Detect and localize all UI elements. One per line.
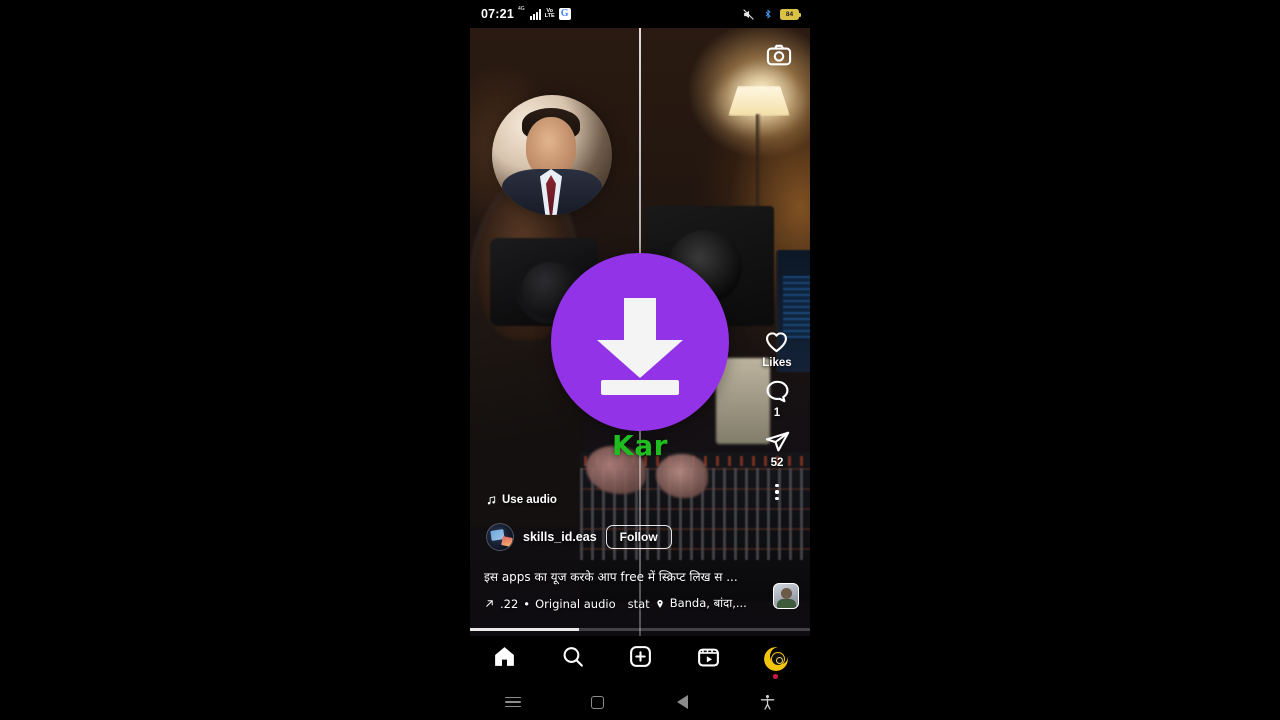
volte-line-2: LTE <box>544 13 555 19</box>
signal-bars-icon <box>529 8 541 20</box>
share-count-label: 52 <box>770 457 784 469</box>
instagram-bottom-nav <box>470 636 810 682</box>
avatar-circle <box>492 95 612 215</box>
video-avatar-overlay <box>492 95 612 215</box>
download-arrow-icon <box>597 294 683 395</box>
location-pin-icon <box>657 599 663 608</box>
android-system-nav <box>470 684 810 720</box>
download-circle[interactable] <box>551 253 729 431</box>
nav-create-button[interactable] <box>628 644 653 674</box>
audio-count: .22 <box>500 596 519 611</box>
audio-extra-text: stat <box>627 596 650 611</box>
heart-icon <box>766 332 788 353</box>
use-audio-button[interactable]: Use audio <box>486 494 557 506</box>
volte-icon: Vo LTE <box>544 8 555 20</box>
nav-reels-button[interactable] <box>696 644 721 674</box>
bluetooth-icon <box>765 9 771 19</box>
camera-icon[interactable] <box>765 41 793 74</box>
reel-video[interactable]: Kar Likes 1 52 Use audio skills_id.eas F… <box>470 28 810 636</box>
audio-meta-row[interactable]: .22 • Original audio stat Banda, बांदा,.… <box>484 596 760 611</box>
download-overlay-button[interactable]: Kar <box>551 253 729 462</box>
accessibility-icon <box>760 694 775 710</box>
more-vertical-icon[interactable] <box>775 484 779 501</box>
trending-arrow-icon <box>486 600 493 607</box>
comment-button[interactable]: 1 <box>764 378 791 419</box>
author-avatar[interactable] <box>486 523 514 551</box>
lamp-shade <box>728 86 790 116</box>
video-progress-fill <box>470 628 579 631</box>
arrow-base-bar <box>601 380 679 395</box>
use-audio-label: Use audio <box>502 494 557 506</box>
arrow-head <box>597 340 683 378</box>
share-button[interactable]: 52 <box>764 428 791 469</box>
like-count-label: Likes <box>762 357 792 369</box>
google-icon: G <box>558 8 571 20</box>
menu-hamburger-icon <box>504 696 521 708</box>
network-type-label: 4G <box>517 6 525 12</box>
video-progress-bar[interactable] <box>470 628 810 631</box>
audio-thumbnail[interactable] <box>773 583 799 609</box>
status-bar-right: 84 <box>741 7 801 21</box>
sysnav-home-button[interactable] <box>555 695 640 709</box>
watermark-text: Kar <box>612 429 668 462</box>
search-icon <box>563 647 583 667</box>
nav-search-button[interactable] <box>560 644 585 674</box>
back-triangle-icon <box>677 695 688 709</box>
sysnav-back-button[interactable] <box>640 695 725 709</box>
profile-notification-dot <box>773 674 778 679</box>
reel-caption[interactable]: इस apps का यूज करके आप free में स्क्रिप्… <box>484 570 756 585</box>
sysnav-recents-button[interactable] <box>470 696 555 708</box>
audio-name: Original audio <box>535 596 616 611</box>
nav-home-button[interactable] <box>492 644 517 674</box>
follow-button[interactable]: Follow <box>605 525 672 549</box>
battery-percent: 84 <box>781 9 798 19</box>
send-paperplane-icon <box>765 431 789 452</box>
screen-root: 07:21 4G Vo LTE G 84 Kar Likes 1 52 Use … <box>0 0 1280 720</box>
home-icon <box>494 647 514 666</box>
nav-profile-button[interactable] <box>764 647 789 679</box>
status-time: 07:21 <box>481 7 514 21</box>
sysnav-accessibility-button[interactable] <box>725 693 810 712</box>
status-bar-left: 07:21 4G Vo LTE G <box>481 7 571 21</box>
reels-icon <box>698 648 720 667</box>
phone-viewport: 07:21 4G Vo LTE G 84 Kar Likes 1 52 Use … <box>470 0 810 720</box>
mute-icon <box>743 8 754 20</box>
battery-icon: 84 <box>780 8 801 20</box>
square-home-icon <box>591 695 604 709</box>
plus-square-icon <box>630 646 651 667</box>
comment-bubble-icon <box>766 380 788 403</box>
music-note-icon <box>487 495 496 504</box>
audio-separator: • <box>523 596 531 611</box>
author-username[interactable]: skills_id.eas <box>523 530 597 544</box>
comment-count-label: 1 <box>773 407 781 419</box>
like-button[interactable]: Likes <box>762 328 792 369</box>
avatar-head <box>526 117 576 177</box>
location-label: Banda, बांदा,... <box>669 596 747 610</box>
status-bar: 07:21 4G Vo LTE G 84 <box>470 0 810 28</box>
author-row: skills_id.eas Follow <box>486 523 672 551</box>
action-rail: Likes 1 52 <box>754 328 800 501</box>
